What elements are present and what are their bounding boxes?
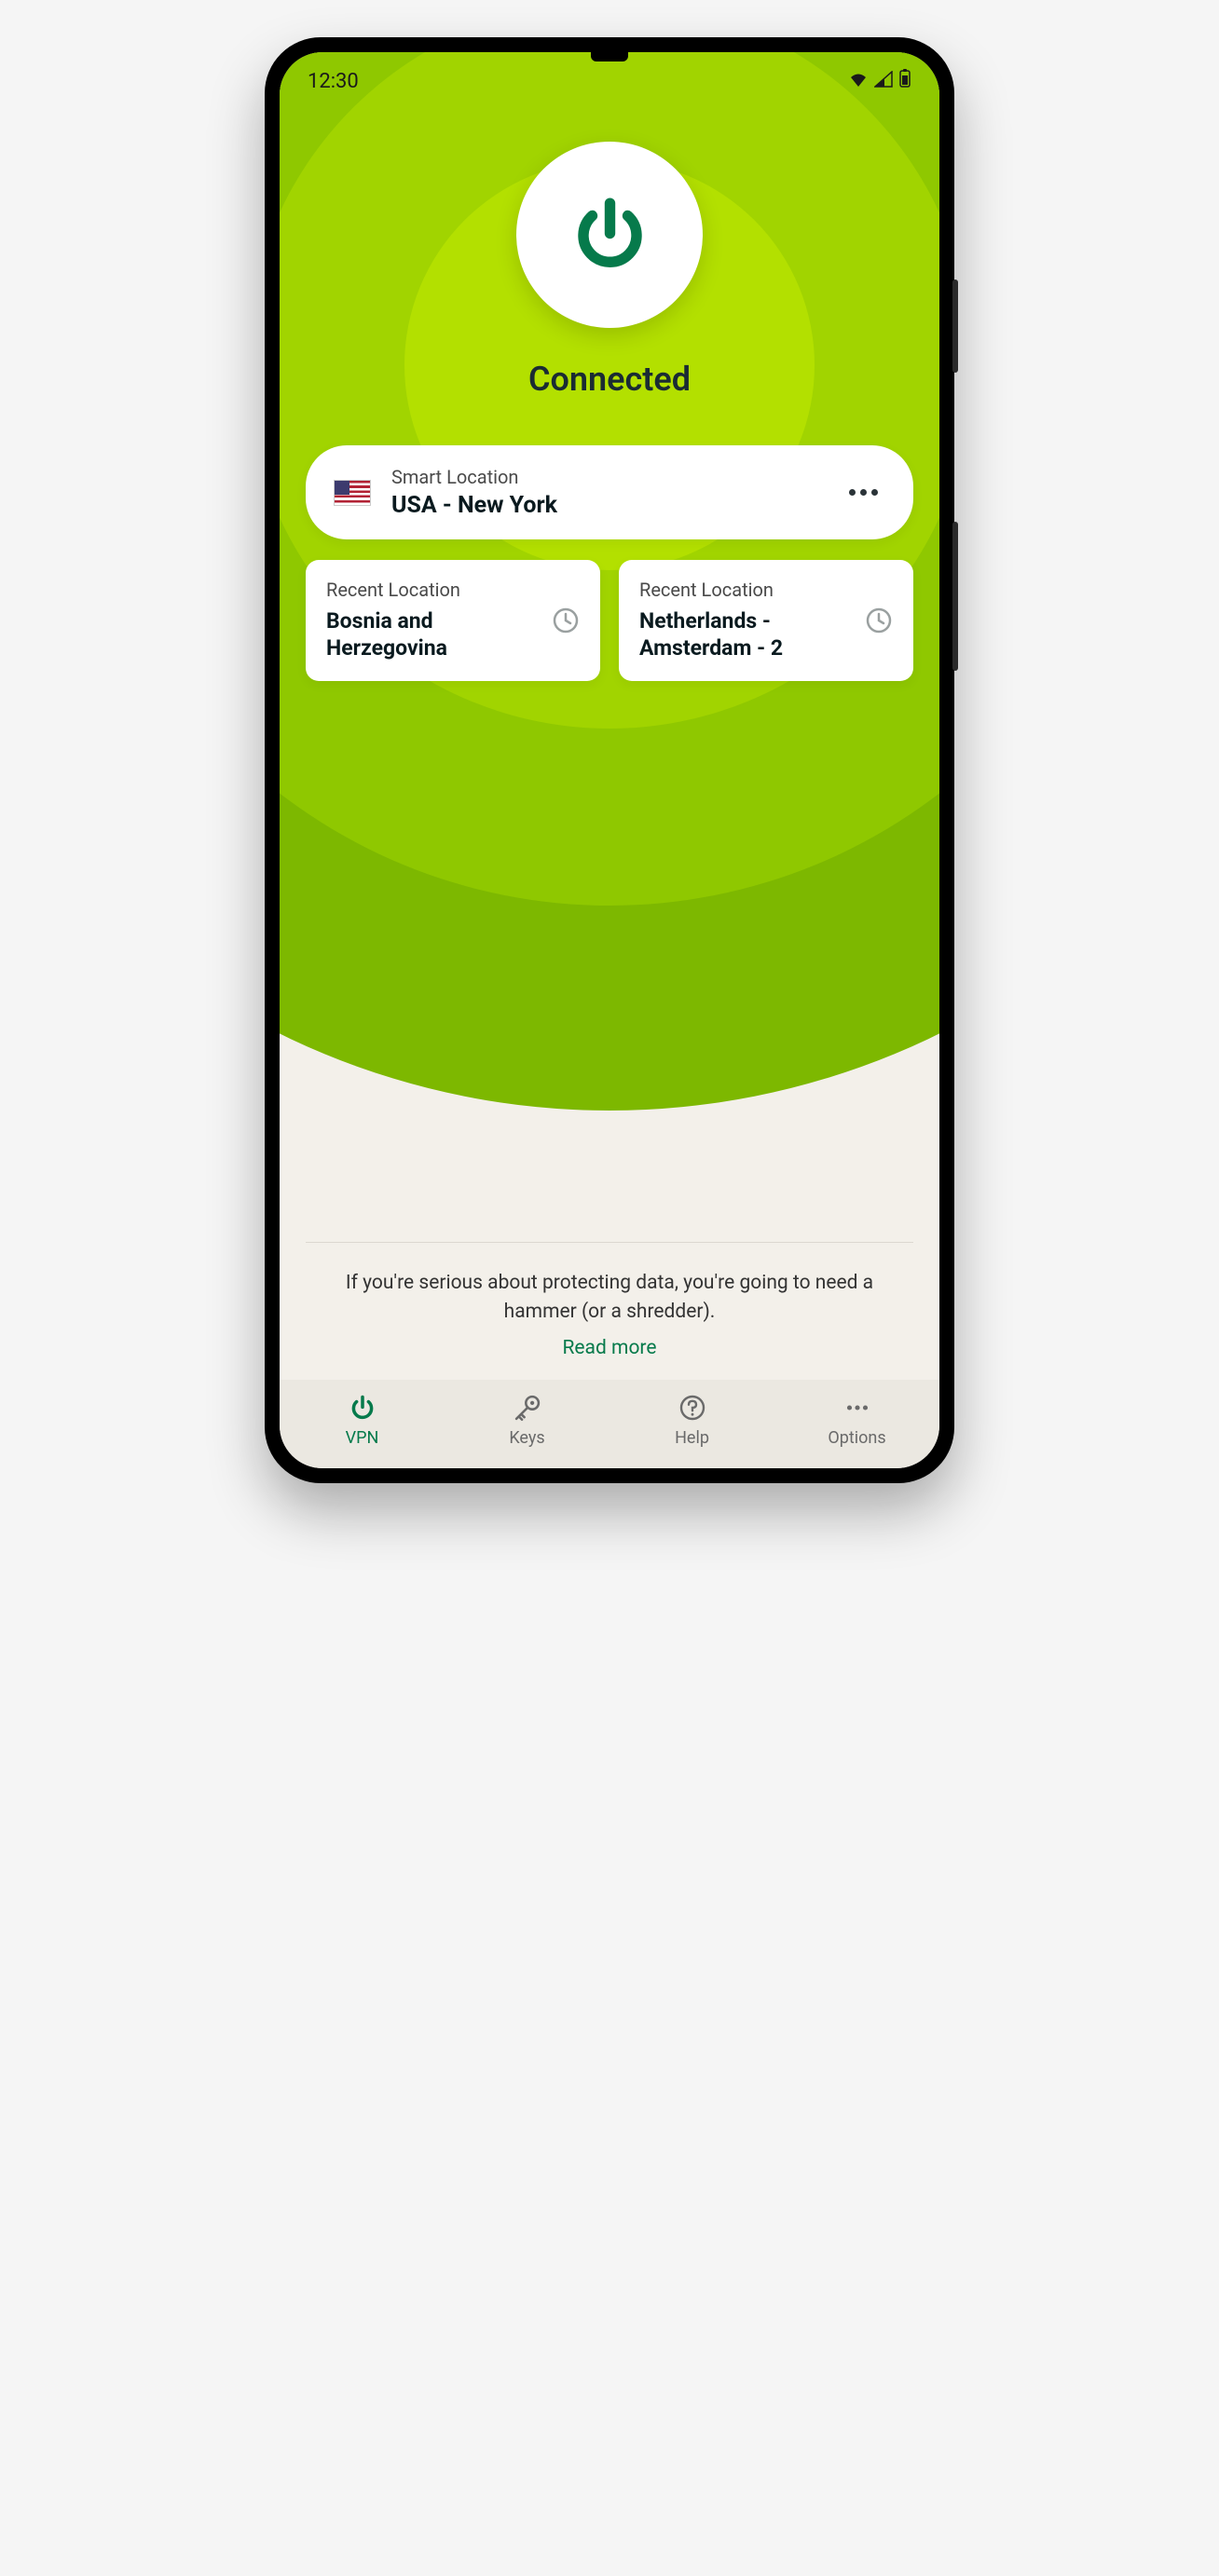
tip-panel: If you're serious about protecting data,…	[306, 1242, 913, 1380]
battery-icon	[898, 69, 911, 93]
tip-text: If you're serious about protecting data,…	[315, 1269, 904, 1326]
recent-location-card[interactable]: Recent Location Bosnia and Herzegovina	[306, 560, 600, 681]
recent-location-label: Recent Location	[326, 579, 544, 601]
recent-location-label: Recent Location	[639, 579, 857, 601]
power-icon	[566, 189, 654, 281]
us-flag-icon	[334, 480, 371, 506]
more-icon[interactable]	[842, 482, 885, 503]
smart-location-value: USA - New York	[391, 492, 821, 519]
smart-location-label: Smart Location	[391, 466, 821, 488]
more-icon	[841, 1391, 874, 1424]
read-more-link[interactable]: Read more	[315, 1337, 904, 1359]
phone-side-button	[952, 279, 958, 373]
phone-frame: 12:30	[265, 37, 954, 1483]
power-icon	[346, 1391, 379, 1424]
tab-label: Keys	[509, 1428, 544, 1448]
screen: 12:30	[280, 52, 939, 1468]
connect-toggle-button[interactable]	[516, 142, 703, 328]
connection-status: Connected	[528, 360, 691, 399]
tab-help[interactable]: Help	[610, 1391, 774, 1448]
recent-location-value: Bosnia and Herzegovina	[326, 608, 544, 662]
recent-location-value: Netherlands - Amsterdam - 2	[639, 608, 857, 662]
cellular-icon	[874, 70, 893, 93]
clock-icon	[552, 607, 580, 634]
tab-options[interactable]: Options	[774, 1391, 939, 1448]
recent-location-card[interactable]: Recent Location Netherlands - Amsterdam …	[619, 560, 913, 681]
tab-vpn[interactable]: VPN	[280, 1391, 445, 1448]
notch	[591, 52, 628, 61]
tab-keys[interactable]: Keys	[445, 1391, 610, 1448]
key-icon	[511, 1391, 544, 1424]
phone-side-button	[952, 522, 958, 671]
smart-location-card[interactable]: Smart Location USA - New York	[306, 445, 913, 539]
status-time: 12:30	[308, 70, 359, 93]
tab-label: Options	[828, 1428, 885, 1448]
tab-label: VPN	[346, 1428, 379, 1448]
tab-label: Help	[675, 1428, 709, 1448]
wifi-icon	[848, 70, 869, 93]
clock-icon	[865, 607, 893, 634]
help-icon	[676, 1391, 709, 1424]
tab-bar: VPN Keys Help Options	[280, 1380, 939, 1468]
